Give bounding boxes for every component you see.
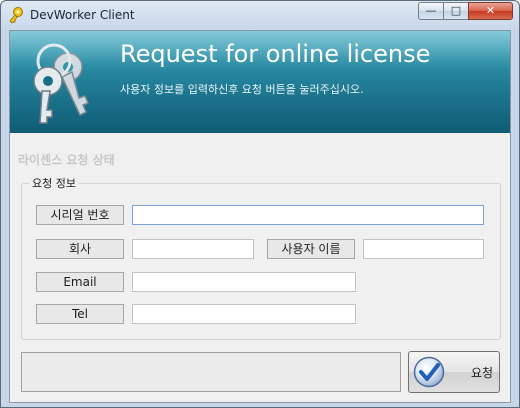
- close-button[interactable]: ✕: [468, 2, 513, 20]
- email-label: Email: [36, 272, 124, 292]
- app-window: DevWorker Client — □ ✕ Request for onlin…: [0, 0, 520, 408]
- banner-subtitle: 사용자 정보를 입력하신후 요청 버튼을 눌러주십시오.: [120, 83, 364, 96]
- close-icon: ✕: [485, 4, 496, 17]
- minimize-icon: —: [425, 4, 437, 17]
- tel-input[interactable]: [132, 304, 356, 324]
- serial-number-input[interactable]: [132, 205, 484, 225]
- license-status-label: 라이센스 요청 상태: [18, 153, 115, 167]
- minimize-button[interactable]: —: [418, 2, 444, 20]
- keys-icon: [33, 43, 89, 124]
- group-title: 요청 정보: [29, 175, 79, 191]
- company-label: 회사: [36, 239, 124, 259]
- title-bar[interactable]: DevWorker Client — □ ✕: [1, 1, 519, 29]
- email-input[interactable]: [132, 272, 356, 292]
- company-input[interactable]: [132, 239, 254, 259]
- request-button-label: 요청: [471, 366, 494, 380]
- check-icon: [413, 356, 445, 388]
- client-area: Request for online license 사용자 정보를 입력하신후…: [9, 30, 511, 403]
- header-banner: Request for online license 사용자 정보를 입력하신후…: [10, 31, 510, 133]
- window-title: DevWorker Client: [30, 8, 135, 22]
- username-label: 사용자 이름: [267, 239, 355, 259]
- tel-label: Tel: [36, 304, 124, 324]
- request-button[interactable]: 요청: [408, 351, 500, 393]
- maximize-button[interactable]: □: [443, 2, 469, 20]
- request-info-group: 요청 정보 시리얼 번호 회사 사용자 이름 Email Tel: [21, 175, 501, 340]
- banner-title: Request for online license: [120, 40, 431, 68]
- username-input[interactable]: [363, 239, 484, 259]
- serial-number-label: 시리얼 번호: [36, 205, 124, 225]
- key-icon: [9, 7, 23, 24]
- status-message-box: [21, 352, 401, 392]
- maximize-icon: □: [450, 4, 462, 17]
